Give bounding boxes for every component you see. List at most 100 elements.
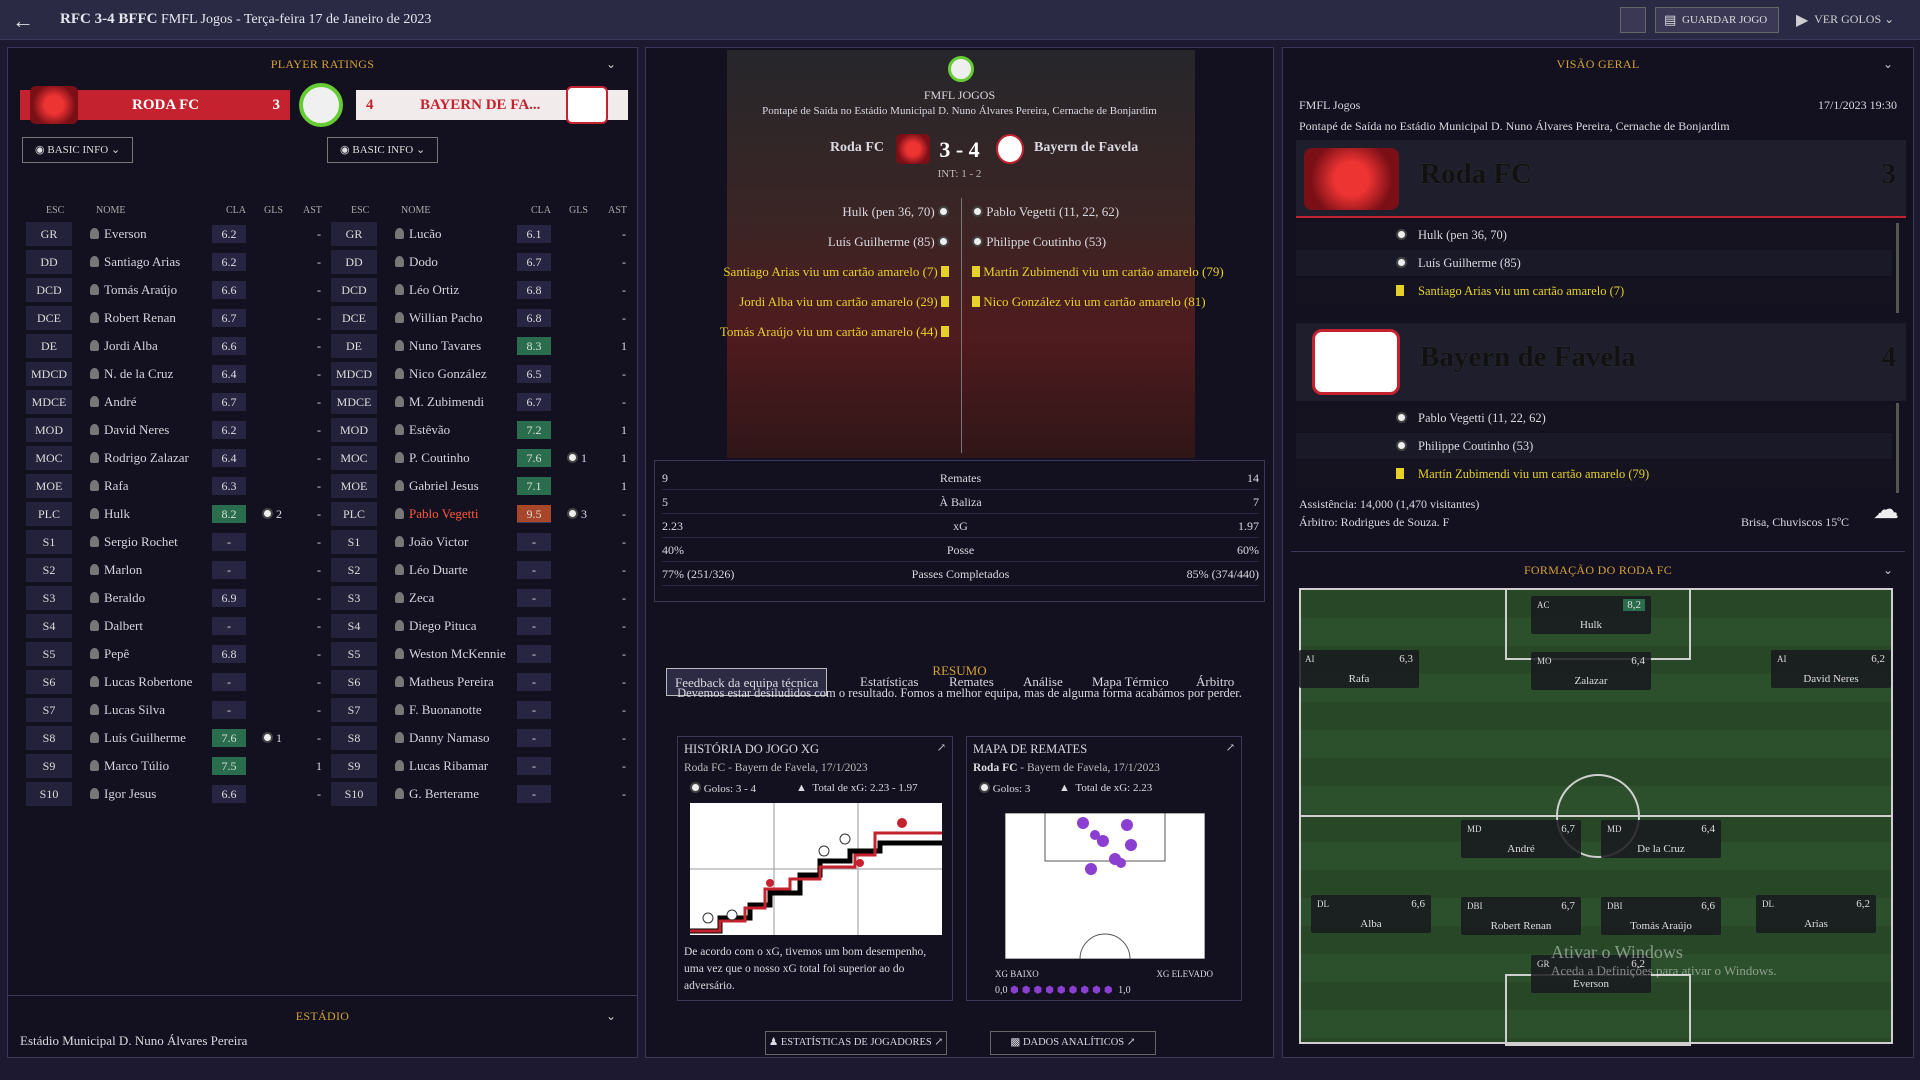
chevron-down-icon[interactable]: ⌄	[606, 1009, 616, 1024]
rating-row[interactable]: DCE Robert Renan 6.7 -	[22, 306, 332, 332]
player-name[interactable]: Marco Túlio	[104, 754, 169, 778]
rating-row[interactable]: DCD Tomás Araújo 6.6 -	[22, 278, 332, 304]
player-name[interactable]: P. Coutinho	[409, 446, 470, 470]
player-name[interactable]: N. de la Cruz	[104, 362, 173, 386]
expand-icon[interactable]: ↗	[1226, 741, 1235, 754]
formation-player[interactable]: MD 6,7 André	[1461, 820, 1581, 858]
rating-row[interactable]: PLC Pablo Vegetti 9.5 3 -	[327, 502, 637, 528]
player-name[interactable]: Dalbert	[104, 614, 143, 638]
formation-player[interactable]: AI 6,3 Rafa	[1299, 650, 1419, 688]
player-name[interactable]: Tomás Araújo	[104, 278, 177, 302]
chevron-down-icon[interactable]: ⌄	[1883, 57, 1893, 72]
player-name[interactable]: Luís Guilherme	[104, 726, 186, 750]
rating-row[interactable]: MOE Rafa 6.3 -	[22, 474, 332, 500]
player-name[interactable]: Nico González	[409, 362, 487, 386]
player-name[interactable]: Lucas Robertone	[104, 670, 192, 694]
player-name[interactable]: Danny Namaso	[409, 726, 490, 750]
player-name[interactable]: Pablo Vegetti	[409, 502, 478, 526]
player-name[interactable]: G. Berterame	[409, 782, 479, 806]
back-arrow-icon[interactable]: ←	[12, 8, 34, 34]
player-name[interactable]: Pepê	[104, 642, 129, 666]
player-name[interactable]: Willian Pacho	[409, 306, 483, 330]
player-name[interactable]: Léo Duarte	[409, 558, 468, 582]
formation-player[interactable]: MD 6,4 De la Cruz	[1601, 820, 1721, 858]
rating-row[interactable]: MOD Estêvão 7.2 1	[327, 418, 637, 444]
rating-row[interactable]: S9 Marco Túlio 7.5 1	[22, 754, 332, 780]
player-name[interactable]: Rodrigo Zalazar	[104, 446, 189, 470]
player-name[interactable]: Gabriel Jesus	[409, 474, 479, 498]
player-name[interactable]: M. Zubimendi	[409, 390, 484, 414]
player-name[interactable]: F. Buonanotte	[409, 698, 482, 722]
rating-row[interactable]: S1 João Victor - -	[327, 530, 637, 556]
rating-row[interactable]: S5 Pepê 6.8 -	[22, 642, 332, 668]
rating-row[interactable]: DCD Léo Ortiz 6.8 -	[327, 278, 637, 304]
rating-row[interactable]: S7 F. Buonanotte - -	[327, 698, 637, 724]
player-name[interactable]: Diego Pituca	[409, 614, 477, 638]
player-name[interactable]: Lucas Ribamar	[409, 754, 488, 778]
player-name[interactable]: Hulk	[104, 502, 130, 526]
scrollbar[interactable]	[1896, 403, 1899, 493]
rating-row[interactable]: MOC P. Coutinho 7.6 1 1	[327, 446, 637, 472]
player-name[interactable]: Jordi Alba	[104, 334, 158, 358]
formation-player[interactable]: DL 6,6 Alba	[1311, 895, 1431, 933]
player-stats-button[interactable]: ♟ ESTATÍSTICAS DE JOGADORES ↗	[765, 1031, 947, 1055]
rating-row[interactable]: S6 Matheus Pereira - -	[327, 670, 637, 696]
player-name[interactable]: Robert Renan	[104, 306, 176, 330]
rating-row[interactable]: S2 Léo Duarte - -	[327, 558, 637, 584]
rating-row[interactable]: PLC Hulk 8.2 2 -	[22, 502, 332, 528]
rating-row[interactable]: DD Dodo 6.7 -	[327, 250, 637, 276]
player-name[interactable]: Igor Jesus	[104, 782, 156, 806]
analytics-button[interactable]: ▩ DADOS ANALÍTICOS ↗	[990, 1031, 1156, 1055]
rating-row[interactable]: S7 Lucas Silva - -	[22, 698, 332, 724]
player-name[interactable]: David Neres	[104, 418, 169, 442]
player-name[interactable]: Santiago Arias	[104, 250, 180, 274]
player-name[interactable]: Zeca	[409, 586, 434, 610]
player-name[interactable]: André	[104, 390, 137, 414]
player-name[interactable]: Lucão	[409, 222, 441, 246]
rating-row[interactable]: DE Jordi Alba 6.6 -	[22, 334, 332, 360]
rating-row[interactable]: MOC Rodrigo Zalazar 6.4 -	[22, 446, 332, 472]
rating-row[interactable]: S3 Beraldo 6.9 -	[22, 586, 332, 612]
player-name[interactable]: Marlon	[104, 558, 142, 582]
rating-row[interactable]: DCE Willian Pacho 6.8 -	[327, 306, 637, 332]
rating-row[interactable]: S1 Sergio Rochet - -	[22, 530, 332, 556]
rating-row[interactable]: MOE Gabriel Jesus 7.1 1	[327, 474, 637, 500]
player-name[interactable]: Everson	[104, 222, 147, 246]
rating-row[interactable]: GR Everson 6.2 -	[22, 222, 332, 248]
rating-row[interactable]: S2 Marlon - -	[22, 558, 332, 584]
rating-row[interactable]: MDCE André 6.7 -	[22, 390, 332, 416]
scrollbar[interactable]	[1896, 223, 1899, 313]
expand-icon[interactable]: ↗	[937, 741, 946, 754]
rating-row[interactable]: MDCD N. de la Cruz 6.4 -	[22, 362, 332, 388]
player-name[interactable]: Lucas Silva	[104, 698, 165, 722]
rating-row[interactable]: S10 Igor Jesus 6.6 -	[22, 782, 332, 808]
chevron-down-icon[interactable]: ⌄	[1883, 563, 1893, 578]
formation-player[interactable]: AC 8,2 Hulk	[1531, 596, 1651, 634]
formation-player[interactable]: DBI 6,6 Tomás Araújo	[1601, 897, 1721, 935]
player-name[interactable]: Weston McKennie	[409, 642, 506, 666]
rating-row[interactable]: S8 Luís Guilherme 7.6 1 -	[22, 726, 332, 752]
formation-player[interactable]: DBI 6,7 Robert Renan	[1461, 897, 1581, 935]
rating-row[interactable]: S9 Lucas Ribamar - -	[327, 754, 637, 780]
rating-row[interactable]: S5 Weston McKennie - -	[327, 642, 637, 668]
player-name[interactable]: Nuno Tavares	[409, 334, 481, 358]
formation-player[interactable]: MO 6,4 Zalazar	[1531, 652, 1651, 690]
away-basic-info-dropdown[interactable]: ◉ BASIC INFO ⌄	[327, 137, 439, 163]
player-name[interactable]: Beraldo	[104, 586, 145, 610]
rating-row[interactable]: S4 Dalbert - -	[22, 614, 332, 640]
player-name[interactable]: João Victor	[409, 530, 468, 554]
rating-row[interactable]: S3 Zeca - -	[327, 586, 637, 612]
rating-row[interactable]: MDCE M. Zubimendi 6.7 -	[327, 390, 637, 416]
rating-row[interactable]: GR Lucão 6.1 -	[327, 222, 637, 248]
rating-row[interactable]: S8 Danny Namaso - -	[327, 726, 637, 752]
rating-row[interactable]: DE Nuno Tavares 8.3 1	[327, 334, 637, 360]
player-name[interactable]: Rafa	[104, 474, 129, 498]
player-name[interactable]: Matheus Pereira	[409, 670, 494, 694]
rating-row[interactable]: S6 Lucas Robertone - -	[22, 670, 332, 696]
rating-row[interactable]: MOD David Neres 6.2 -	[22, 418, 332, 444]
player-name[interactable]: Estêvão	[409, 418, 450, 442]
rating-row[interactable]: S10 G. Berterame - -	[327, 782, 637, 808]
watch-goals-button[interactable]: ▶ VER GOLOS ⌄	[1796, 10, 1894, 30]
player-name[interactable]: Léo Ortiz	[409, 278, 459, 302]
save-match-button[interactable]: ▤ GUARDAR JOGO	[1655, 7, 1779, 33]
